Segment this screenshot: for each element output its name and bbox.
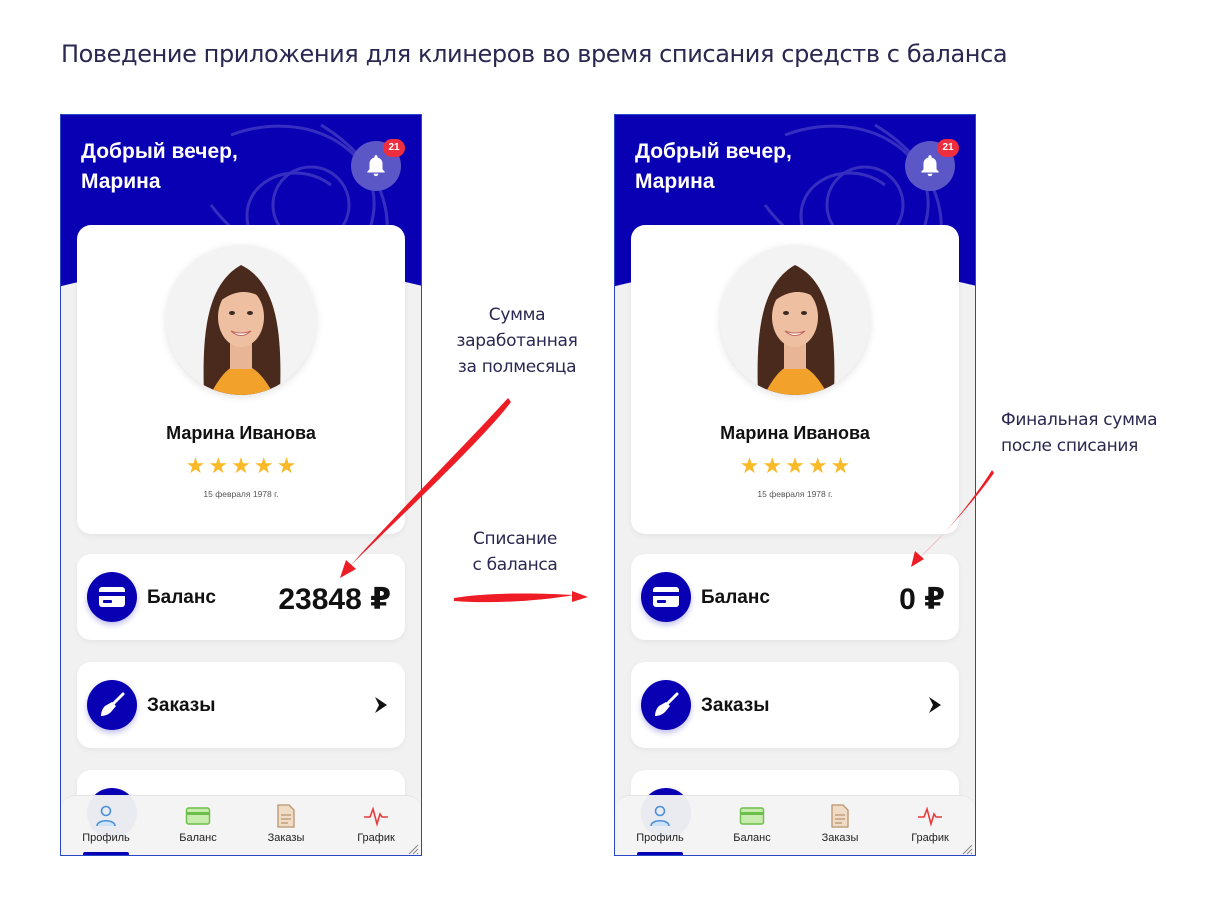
phone-screen-after: Добрый вечер, Марина 21 Марина Иванова ★…	[614, 114, 976, 856]
orders-row[interactable]: Заказы	[631, 662, 959, 748]
credit-card-icon	[99, 587, 125, 607]
tab-label: Профиль	[82, 832, 130, 844]
annotation-earned: Сумма заработанная за полмесяца	[432, 302, 602, 380]
balance-icon-badge	[641, 572, 691, 622]
balance-label: Баланс	[701, 587, 770, 608]
rating-stars: ★ ★ ★ ★ ★	[77, 455, 405, 477]
balance-row[interactable]: Баланс 0 ₽	[631, 554, 959, 640]
tab-label: Заказы	[821, 832, 859, 844]
avatar[interactable]	[166, 245, 316, 395]
notifications-button[interactable]: 21	[905, 139, 959, 191]
annotation-line: за полмесяца	[457, 357, 577, 377]
tab-profile[interactable]: Профиль	[615, 804, 705, 844]
greeting-name: Марина	[635, 170, 715, 193]
notification-badge: 21	[383, 139, 405, 157]
avatar-photo	[166, 245, 316, 395]
wallet-icon	[739, 807, 765, 825]
annotation-final: Финальная сумма после списания	[1001, 407, 1201, 459]
resize-grip-icon	[962, 844, 973, 855]
star-icon: ★	[830, 453, 851, 478]
star-icon: ★	[785, 453, 805, 478]
arrow-writeoff	[454, 593, 574, 603]
annotation-writeoff: Списание с баланса	[440, 526, 590, 578]
tab-orders[interactable]: Заказы	[241, 804, 331, 844]
balance-amount: 23848 ₽	[278, 583, 391, 616]
tab-label: Баланс	[179, 832, 217, 844]
balance-amount: 0 ₽	[899, 583, 945, 616]
orders-label: Заказы	[701, 695, 770, 716]
profile-name: Марина Иванова	[166, 423, 316, 443]
bell-icon	[367, 155, 385, 177]
document-icon	[277, 804, 295, 828]
tab-label: График	[357, 832, 395, 844]
tab-profile[interactable]: Профиль	[61, 804, 151, 844]
annotation-line: заработанная	[456, 331, 578, 351]
pulse-chart-icon	[364, 806, 388, 827]
tab-balance[interactable]: Баланс	[153, 804, 243, 844]
bell-icon	[921, 155, 939, 177]
broom-icon	[101, 692, 125, 716]
profile-name: Марина Иванова	[720, 423, 870, 443]
chevron-right-icon	[375, 697, 387, 713]
star-icon: ★	[762, 453, 783, 478]
annotation-line: Списание	[472, 529, 558, 549]
annotation-line: Финальная сумма	[1001, 410, 1158, 430]
notification-badge: 21	[937, 139, 959, 157]
star-icon: ★	[185, 453, 206, 478]
user-icon	[96, 805, 116, 827]
balance-label: Баланс	[147, 587, 216, 608]
profile-card: Марина Иванова ★ ★ ★ ★ ★ 15 февраля 1978…	[77, 225, 405, 534]
birth-date: 15 февраля 1978 г.	[203, 489, 279, 499]
balance-icon-badge	[87, 572, 137, 622]
orders-row[interactable]: Заказы	[77, 662, 405, 748]
orders-label: Заказы	[147, 695, 216, 716]
tab-label: Заказы	[267, 832, 305, 844]
greeting: Добрый вечер, Марина	[81, 137, 311, 197]
tab-orders[interactable]: Заказы	[795, 804, 885, 844]
rating-stars: ★ ★ ★ ★ ★	[631, 455, 959, 477]
notifications-button[interactable]: 21	[351, 139, 405, 191]
greeting: Добрый вечер, Марина	[635, 137, 865, 197]
tab-label: Баланс	[733, 832, 771, 844]
pulse-chart-icon	[918, 806, 942, 827]
orders-icon-badge	[87, 680, 137, 730]
greeting-line: Добрый вечер,	[635, 140, 792, 163]
star-icon: ★	[231, 453, 251, 478]
star-icon: ★	[807, 453, 828, 478]
greeting-line: Добрый вечер,	[81, 140, 238, 163]
birth-date: 15 февраля 1978 г.	[757, 489, 833, 499]
avatar-photo	[720, 245, 870, 395]
greeting-name: Марина	[81, 170, 161, 193]
annotation-line: Сумма	[488, 305, 546, 325]
bottom-tab-bar: Профиль Баланс Заказы График	[615, 795, 975, 855]
orders-icon-badge	[641, 680, 691, 730]
phone-screen-before: Добрый вечер, Марина 21 Марина Иванова ★…	[60, 114, 422, 856]
annotation-line: после списания	[1001, 436, 1139, 456]
tab-label: Профиль	[636, 832, 684, 844]
balance-row[interactable]: Баланс 23848 ₽	[77, 554, 405, 640]
star-icon: ★	[208, 453, 229, 478]
star-icon: ★	[276, 453, 297, 478]
resize-grip-icon	[408, 844, 419, 855]
chevron-right-icon	[929, 697, 941, 713]
avatar[interactable]	[720, 245, 870, 395]
star-icon: ★	[739, 453, 760, 478]
bottom-tab-bar: Профиль Баланс Заказы График	[61, 795, 421, 855]
document-icon	[831, 804, 849, 828]
tab-balance[interactable]: Баланс	[707, 804, 797, 844]
credit-card-icon	[653, 587, 679, 607]
active-tab-indicator	[637, 852, 683, 855]
annotation-line: с баланса	[472, 555, 558, 575]
tab-schedule[interactable]: График	[331, 804, 421, 844]
active-tab-indicator	[83, 852, 129, 855]
tab-schedule[interactable]: График	[885, 804, 975, 844]
star-icon: ★	[253, 453, 274, 478]
wallet-icon	[185, 807, 211, 825]
user-icon	[650, 805, 670, 827]
page-title: Поведение приложения для клинеров во вре…	[61, 40, 1008, 68]
arrow-writeoff-head	[572, 591, 588, 602]
broom-icon	[655, 692, 679, 716]
profile-card: Марина Иванова ★ ★ ★ ★ ★ 15 февраля 1978…	[631, 225, 959, 534]
tab-label: График	[911, 832, 949, 844]
